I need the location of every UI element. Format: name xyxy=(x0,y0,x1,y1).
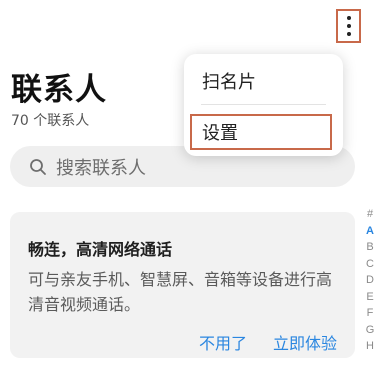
more-vertical-icon-dot xyxy=(346,24,351,28)
promo-card: 畅连，高清网络通话 可与亲友手机、智慧屏、音箱等设备进行高清音视频通话。 不用了… xyxy=(10,212,355,358)
alphabet-index-letter[interactable]: F xyxy=(367,305,374,322)
alphabet-index-letter[interactable]: # xyxy=(367,206,373,223)
alphabet-index[interactable]: # A B C D E F G H xyxy=(364,206,376,355)
menu-item-settings-label: 设置 xyxy=(202,123,238,144)
try-now-button[interactable]: 立即体验 xyxy=(273,330,337,354)
more-vertical-icon-dot xyxy=(346,32,351,36)
overflow-menu: 扫名片 设置 xyxy=(184,54,343,156)
promo-title: 畅连，高清网络通话 xyxy=(28,240,173,259)
contact-count: 70 个联系人 xyxy=(11,113,90,129)
page-title: 联系人 xyxy=(11,72,107,108)
search-placeholder: 搜索联系人 xyxy=(56,157,146,179)
alphabet-index-letter[interactable]: B xyxy=(366,239,373,256)
search-icon xyxy=(30,158,46,175)
alphabet-index-letter[interactable]: D xyxy=(366,272,374,289)
promo-actions: 不用了 立即体验 xyxy=(199,330,337,354)
alphabet-index-letter[interactable]: E xyxy=(366,289,373,306)
alphabet-index-letter[interactable]: H xyxy=(366,338,374,355)
alphabet-index-letter[interactable]: G xyxy=(366,322,375,339)
more-menu-button[interactable] xyxy=(336,9,361,43)
dismiss-button[interactable]: 不用了 xyxy=(199,330,247,354)
menu-divider xyxy=(201,104,326,105)
more-vertical-icon xyxy=(346,16,351,20)
promo-body: 可与亲友手机、智慧屏、音箱等设备进行高清音视频通话。 xyxy=(28,270,333,314)
alphabet-index-letter[interactable]: C xyxy=(366,256,374,273)
alphabet-index-letter[interactable]: A xyxy=(366,223,374,240)
menu-item-settings[interactable]: 设置 xyxy=(190,114,332,150)
menu-item-scan-card[interactable]: 扫名片 xyxy=(184,68,343,94)
